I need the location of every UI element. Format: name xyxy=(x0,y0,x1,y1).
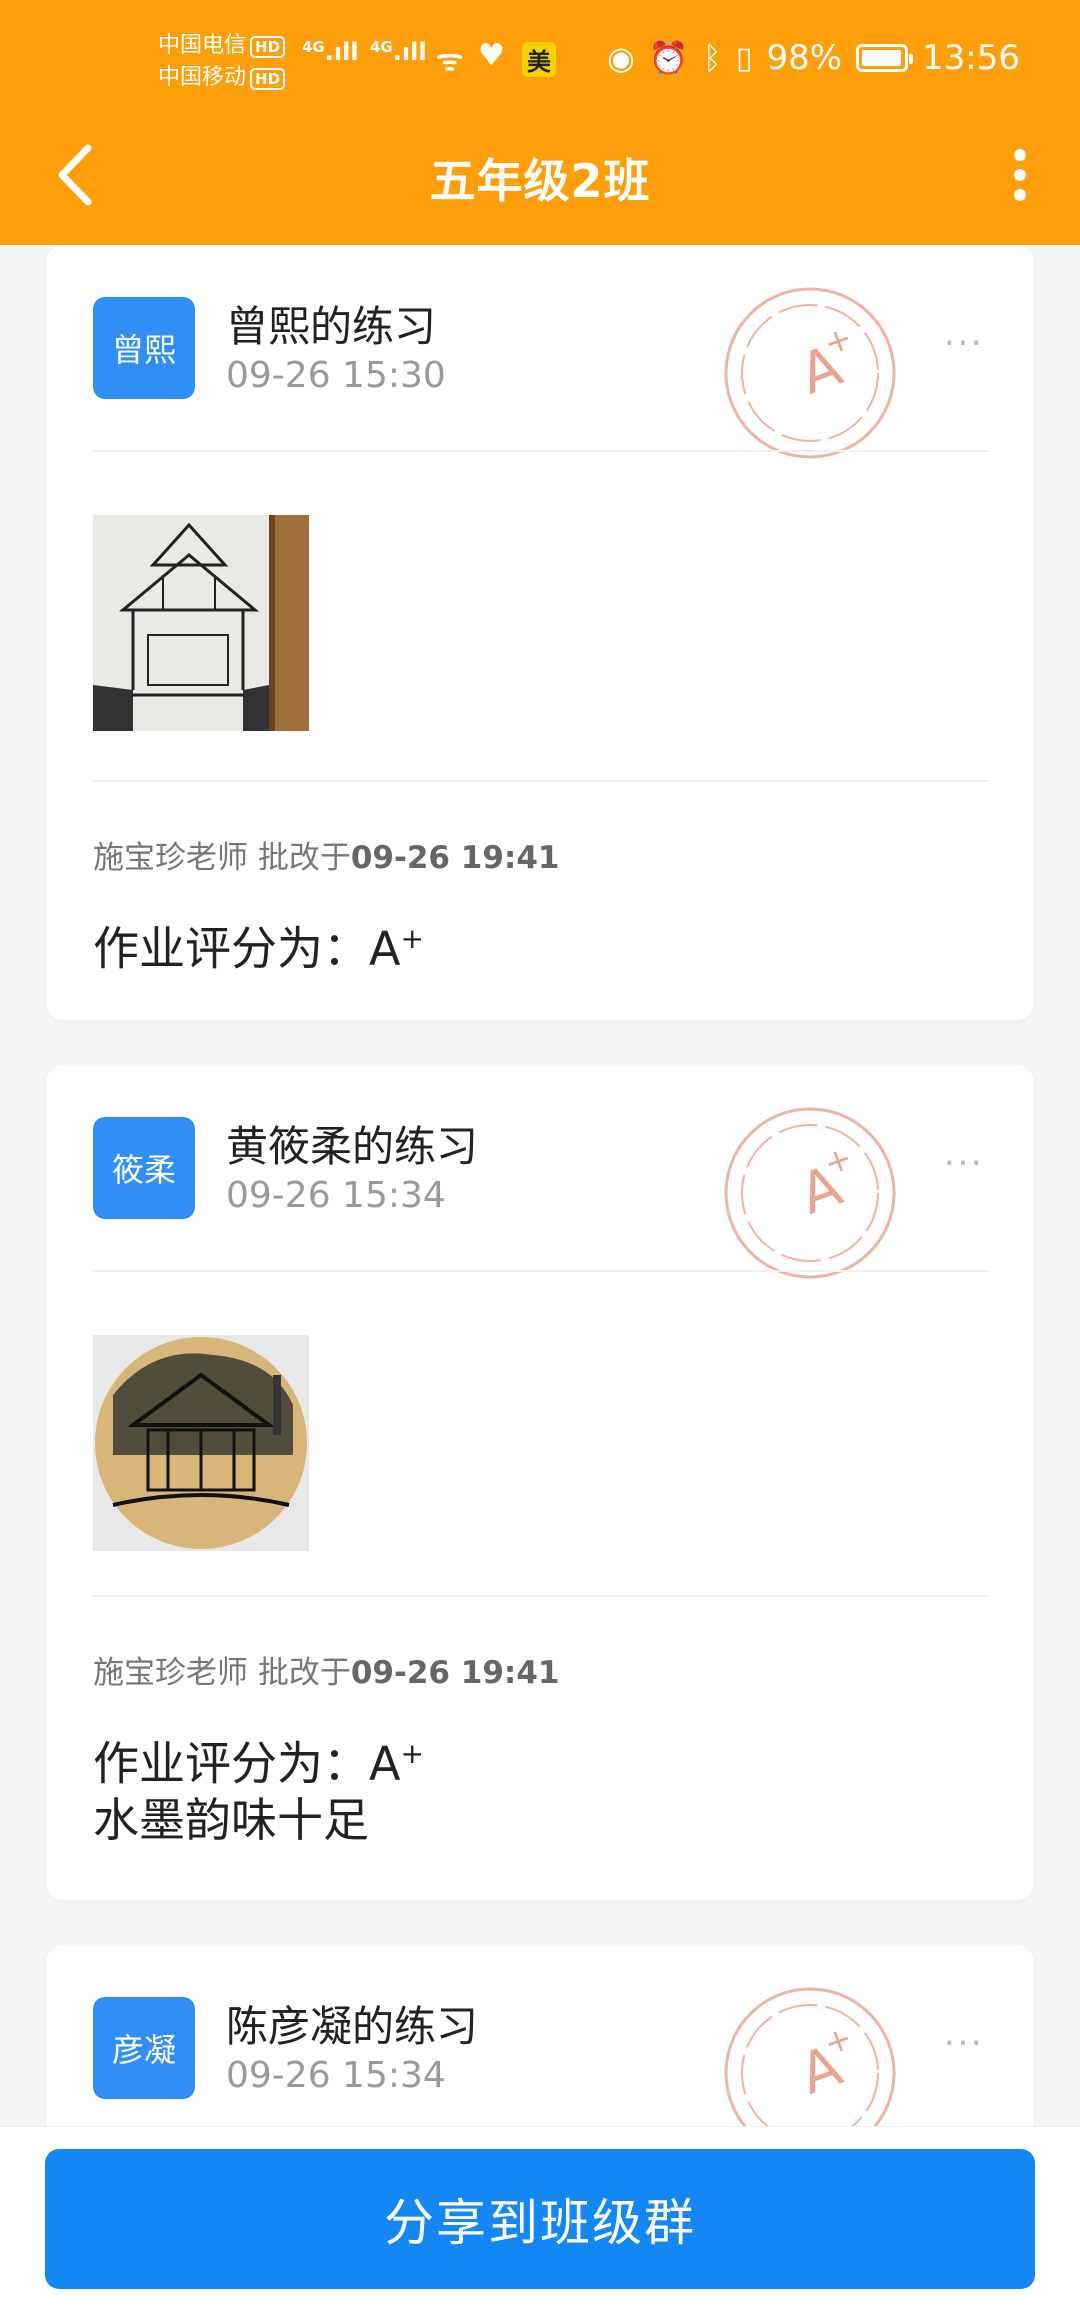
grade-stamp-icon: A + xyxy=(724,287,896,459)
divider xyxy=(93,450,989,452)
signal-icon-1: 4G.ıll xyxy=(302,38,359,66)
submission-card[interactable]: 筱柔 黄筱柔的练习 09-26 15:34 A + ··· 施宝珍老师 批改于0… xyxy=(46,1065,1034,1900)
wifi-icon: ᯤ xyxy=(436,43,464,78)
score-label: 作业评分为： xyxy=(93,1736,369,1791)
submission-title: 黄筱柔的练习 xyxy=(226,1122,479,1171)
vibrate-icon: ▯ xyxy=(735,40,753,76)
score-text: 作业评分为：A+ xyxy=(93,907,424,980)
graded-time: 09-26 19:41 xyxy=(350,1655,560,1691)
hd-badge-1: HD xyxy=(250,36,286,58)
score-plus: + xyxy=(400,922,424,955)
bluetooth-icon: ᛒ xyxy=(702,39,722,77)
carrier-2: 中国移动 xyxy=(158,65,247,90)
avatar: 彦凝 xyxy=(93,1997,195,2099)
health-icon: ♥ xyxy=(478,38,505,73)
more-options-icon[interactable]: ··· xyxy=(944,1143,984,1184)
more-options-icon[interactable]: ··· xyxy=(944,323,984,364)
graded-time: 09-26 19:41 xyxy=(350,840,560,876)
app-badge-icon: 美 xyxy=(522,42,556,77)
more-vertical-icon[interactable] xyxy=(1000,145,1040,205)
grader-info: 施宝珍老师 批改于09-26 19:41 xyxy=(93,1647,559,1692)
status-right: ◉ ⏰ ᛒ ▯ 98% 13:56 xyxy=(607,38,1020,78)
grader-name: 施宝珍老师 批改于 xyxy=(93,1655,351,1691)
alarm-icon: ⏰ xyxy=(648,39,689,77)
submission-time: 09-26 15:34 xyxy=(226,2055,446,2096)
more-options-icon[interactable]: ··· xyxy=(944,2023,984,2064)
eye-icon: ◉ xyxy=(606,39,635,77)
artwork-thumbnail[interactable] xyxy=(93,515,309,731)
submission-time: 09-26 15:30 xyxy=(226,355,446,396)
score-label: 作业评分为： xyxy=(93,921,369,976)
divider xyxy=(93,1595,989,1597)
grader-info: 施宝珍老师 批改于09-26 19:41 xyxy=(93,832,559,877)
grader-name: 施宝珍老师 批改于 xyxy=(93,840,351,876)
battery-percent: 98% xyxy=(766,38,843,78)
battery-fill xyxy=(862,50,902,66)
score-plus: + xyxy=(400,1737,424,1770)
battery-icon xyxy=(856,44,914,72)
teacher-comment: 水墨韵味十足 xyxy=(93,1793,369,1847)
divider xyxy=(93,780,989,782)
carrier-1: 中国电信 xyxy=(158,33,247,58)
clock: 13:56 xyxy=(922,38,1020,78)
avatar: 曾熙 xyxy=(93,297,195,399)
carrier-info: 中国电信 HD 中国移动 HD xyxy=(158,30,286,94)
submission-title: 陈彦凝的练习 xyxy=(226,2002,479,2051)
page-title: 五年级2班 xyxy=(429,154,651,208)
status-bar: 中国电信 HD 中国移动 HD 4G.ıll 4G.ıll ᯤ ♥ 美 ◉ ⏰ ᛒ … xyxy=(0,0,1080,125)
hd-badge-2: HD xyxy=(250,68,286,90)
score-text: 作业评分为：A+ xyxy=(93,1722,424,1795)
share-to-class-group-button[interactable]: 分享到班级群 xyxy=(45,2149,1035,2289)
top-bar: 中国电信 HD 中国移动 HD 4G.ıll 4G.ıll ᯤ ♥ 美 ◉ ⏰ ᛒ … xyxy=(0,0,1080,245)
grade-stamp-icon: A + xyxy=(724,1107,896,1279)
submission-time: 09-26 15:34 xyxy=(226,1175,446,1216)
bottom-bar: 分享到班级群 xyxy=(0,2126,1080,2311)
score-value: A xyxy=(369,921,401,976)
divider xyxy=(93,1270,989,1272)
submission-card[interactable]: 曾熙 曾熙的练习 09-26 15:30 A + ··· 施宝珍老师 批改于09… xyxy=(46,245,1034,1020)
signal-icon-2: 4G.ıll xyxy=(370,38,427,66)
score-value: A xyxy=(369,1736,401,1791)
artwork-thumbnail[interactable] xyxy=(93,1335,309,1551)
avatar: 筱柔 xyxy=(93,1117,195,1219)
submission-title: 曾熙的练习 xyxy=(226,302,437,351)
